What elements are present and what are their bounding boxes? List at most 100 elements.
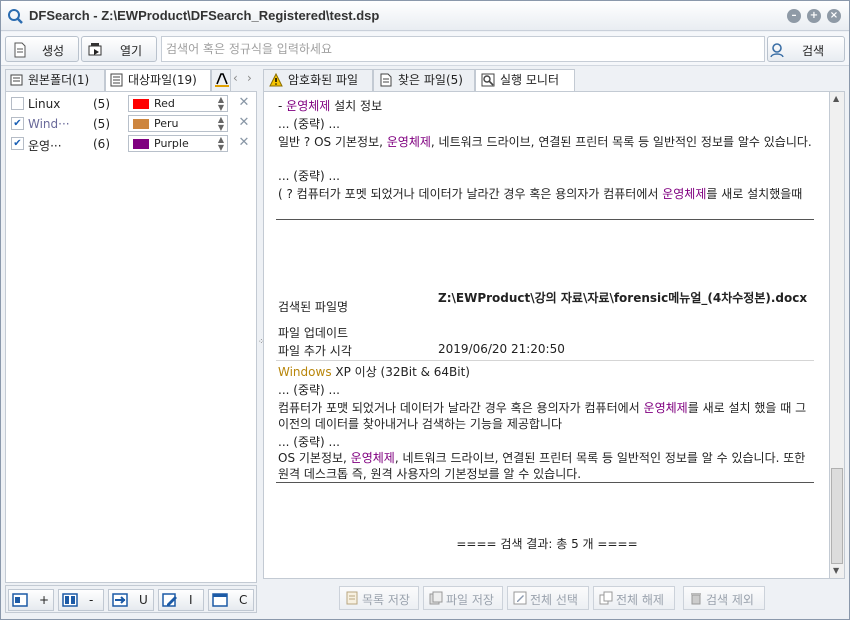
edit-icon: [162, 593, 177, 607]
keyword-list: Linux (5) Red ▲ ▼ ✕ ✔ Wind··· (5) Peru ▲ ▼: [5, 91, 257, 583]
minimize-icon[interactable]: –: [787, 9, 801, 23]
tab-found-files[interactable]: 찾은 파일(5): [373, 69, 475, 91]
add-keyword-button[interactable]: +: [8, 589, 54, 611]
tab-target-files-label: 대상파일(19): [128, 73, 197, 87]
search-input[interactable]: [161, 36, 765, 62]
keyword-name: Wind···: [28, 117, 70, 131]
save-list-label: 목록 저장: [362, 593, 410, 607]
vertical-scrollbar[interactable]: ▲ ▼: [829, 91, 845, 579]
scroll-up-icon[interactable]: ▲: [833, 94, 839, 103]
keyword-color-select[interactable]: Purple ▲ ▼: [128, 135, 228, 152]
search-result-summary: ==== 검색 결과: 총 5 개 ====: [456, 537, 638, 551]
tab-scroll-left-icon[interactable]: ‹: [233, 71, 238, 85]
deselect-all-label: 전체 해제: [616, 593, 664, 607]
remove-keyword-button[interactable]: -: [58, 589, 104, 611]
delete-keyword-icon[interactable]: ✕: [237, 116, 251, 130]
keyword-panel: 원본폴더(1) 대상파일(19) ‹ › Linux (5) Red ▲ ▼ ✕…: [5, 69, 257, 615]
select-all-icon: [513, 591, 527, 605]
select-all-button[interactable]: 전체 선택: [507, 586, 589, 610]
tab-monitor-label: 실행 모니터: [500, 73, 560, 87]
keyword-color-select[interactable]: Peru ▲ ▼: [128, 115, 228, 132]
omit-marker: ... (중략) ...: [278, 383, 340, 397]
omit-marker: ... (중략) ...: [278, 117, 340, 131]
tab-source-folder[interactable]: 원본폴더(1): [5, 69, 105, 91]
monitor-icon: [481, 73, 495, 87]
keyword-checkbox[interactable]: ✔: [11, 117, 24, 130]
tab-found-label: 찾은 파일(5): [398, 73, 463, 87]
insert-keyword-button[interactable]: I: [158, 589, 204, 611]
tab-encrypted-files[interactable]: 암호화된 파일: [263, 69, 373, 91]
keyword-name: 운영···: [28, 139, 62, 153]
scroll-thumb[interactable]: [831, 468, 843, 564]
maximize-icon[interactable]: +: [807, 9, 821, 23]
tab-target-files[interactable]: 대상파일(19): [105, 69, 211, 91]
keyword-highlight: 운영체제: [350, 451, 395, 465]
new-document-icon: [14, 42, 26, 58]
color-name: Peru: [154, 117, 179, 130]
add-label: +: [39, 593, 50, 607]
keyword-highlight: Windows: [278, 365, 332, 379]
result-paragraph: ( ? 컴퓨터가 포멧 되었거나 데이터가 날라간 경우 혹은 용의자가 컴퓨터…: [278, 187, 803, 201]
result-line: - 운영체제 설치 정보: [278, 99, 383, 113]
trash-icon: [691, 593, 701, 605]
color-name: Red: [154, 97, 175, 110]
font-color-icon: [215, 73, 229, 87]
close-icon[interactable]: ×: [827, 9, 841, 23]
exclude-search-button[interactable]: 검색 제외: [683, 586, 765, 610]
delete-keyword-icon[interactable]: ✕: [237, 96, 251, 110]
keyword-checkbox[interactable]: ✔: [11, 137, 24, 150]
result-paragraph: 컴퓨터가 포맷 되었거나 데이터가 날라간 경우 혹은 용의자가 컴퓨터에서 운…: [278, 401, 807, 431]
create-button[interactable]: 생성: [5, 36, 79, 62]
deselect-all-button[interactable]: 전체 해제: [593, 586, 675, 610]
save-list-button[interactable]: 목록 저장: [339, 586, 419, 610]
document-icon: [380, 73, 392, 87]
file-list-icon: [110, 73, 123, 87]
title-bar[interactable]: DFSearch - Z:\EWProduct\DFSearch_Registe…: [1, 1, 849, 31]
keyword-row[interactable]: ✔ 운영··· (6) Purple ▲ ▼ ✕: [8, 135, 254, 153]
keyword-name: Linux: [28, 97, 61, 111]
spinner-icon[interactable]: ▲ ▼: [218, 116, 224, 132]
color-swatch: [133, 139, 149, 149]
keyword-count: (5): [93, 97, 110, 111]
section-divider: [276, 360, 814, 361]
deselect-all-icon: [599, 591, 613, 605]
keyword-row[interactable]: Linux (5) Red ▲ ▼ ✕: [8, 95, 254, 113]
result-paragraph: 일반 ? OS 기본정보, 운영체제, 네트워크 드라이브, 연결된 프린터 목…: [278, 135, 812, 149]
create-label: 생성: [42, 44, 65, 58]
keyword-color-select[interactable]: Red ▲ ▼: [128, 95, 228, 112]
update-label: U: [139, 593, 148, 607]
remove-icon: [62, 593, 78, 607]
search-label: 검색: [802, 44, 825, 58]
result-paragraph: OS 기본정보, 운영체제, 네트워크 드라이브, 연결된 프린터 목록 등 일…: [278, 451, 806, 481]
result-action-bar: 목록 저장 파일 저장 전체 선택 전체 해제 검색 제외: [263, 581, 845, 613]
window-icon: [212, 593, 228, 607]
keyword-checkbox[interactable]: [11, 97, 24, 110]
scroll-down-icon[interactable]: ▼: [833, 566, 839, 575]
delete-keyword-icon[interactable]: ✕: [237, 136, 251, 150]
add-icon: [12, 593, 28, 607]
open-button[interactable]: 열기: [81, 36, 157, 62]
clear-keyword-button[interactable]: C: [208, 589, 254, 611]
spinner-icon[interactable]: ▲ ▼: [218, 96, 224, 112]
insert-label: I: [189, 593, 193, 607]
keyword-row[interactable]: ✔ Wind··· (5) Peru ▲ ▼ ✕: [8, 115, 254, 133]
warning-icon: [269, 73, 283, 87]
toolbar: 생성 열기 검색: [1, 32, 849, 66]
spinner-icon[interactable]: ▲ ▼: [218, 136, 224, 152]
keyword-count: (6): [93, 137, 110, 151]
monitor-output[interactable]: - 운영체제 설치 정보 ... (중략) ... 일반 ? OS 기본정보, …: [263, 91, 829, 579]
save-file-button[interactable]: 파일 저장: [423, 586, 503, 610]
update-keyword-button[interactable]: U: [108, 589, 154, 611]
keyword-action-bar: + - U I C: [5, 585, 257, 613]
open-label: 열기: [120, 44, 143, 58]
keyword-count: (5): [93, 117, 110, 131]
tab-font-color[interactable]: [211, 69, 231, 91]
open-folder-icon: [88, 43, 102, 56]
file-update-label: 파일 업데이트: [278, 326, 349, 340]
tab-run-monitor[interactable]: 실행 모니터: [475, 69, 575, 91]
clear-label: C: [239, 593, 248, 607]
search-button[interactable]: 검색: [767, 36, 845, 62]
tab-encrypted-label: 암호화된 파일: [288, 73, 359, 87]
keyboard-icon: [10, 74, 23, 86]
tab-scroll-right-icon[interactable]: ›: [247, 71, 252, 85]
